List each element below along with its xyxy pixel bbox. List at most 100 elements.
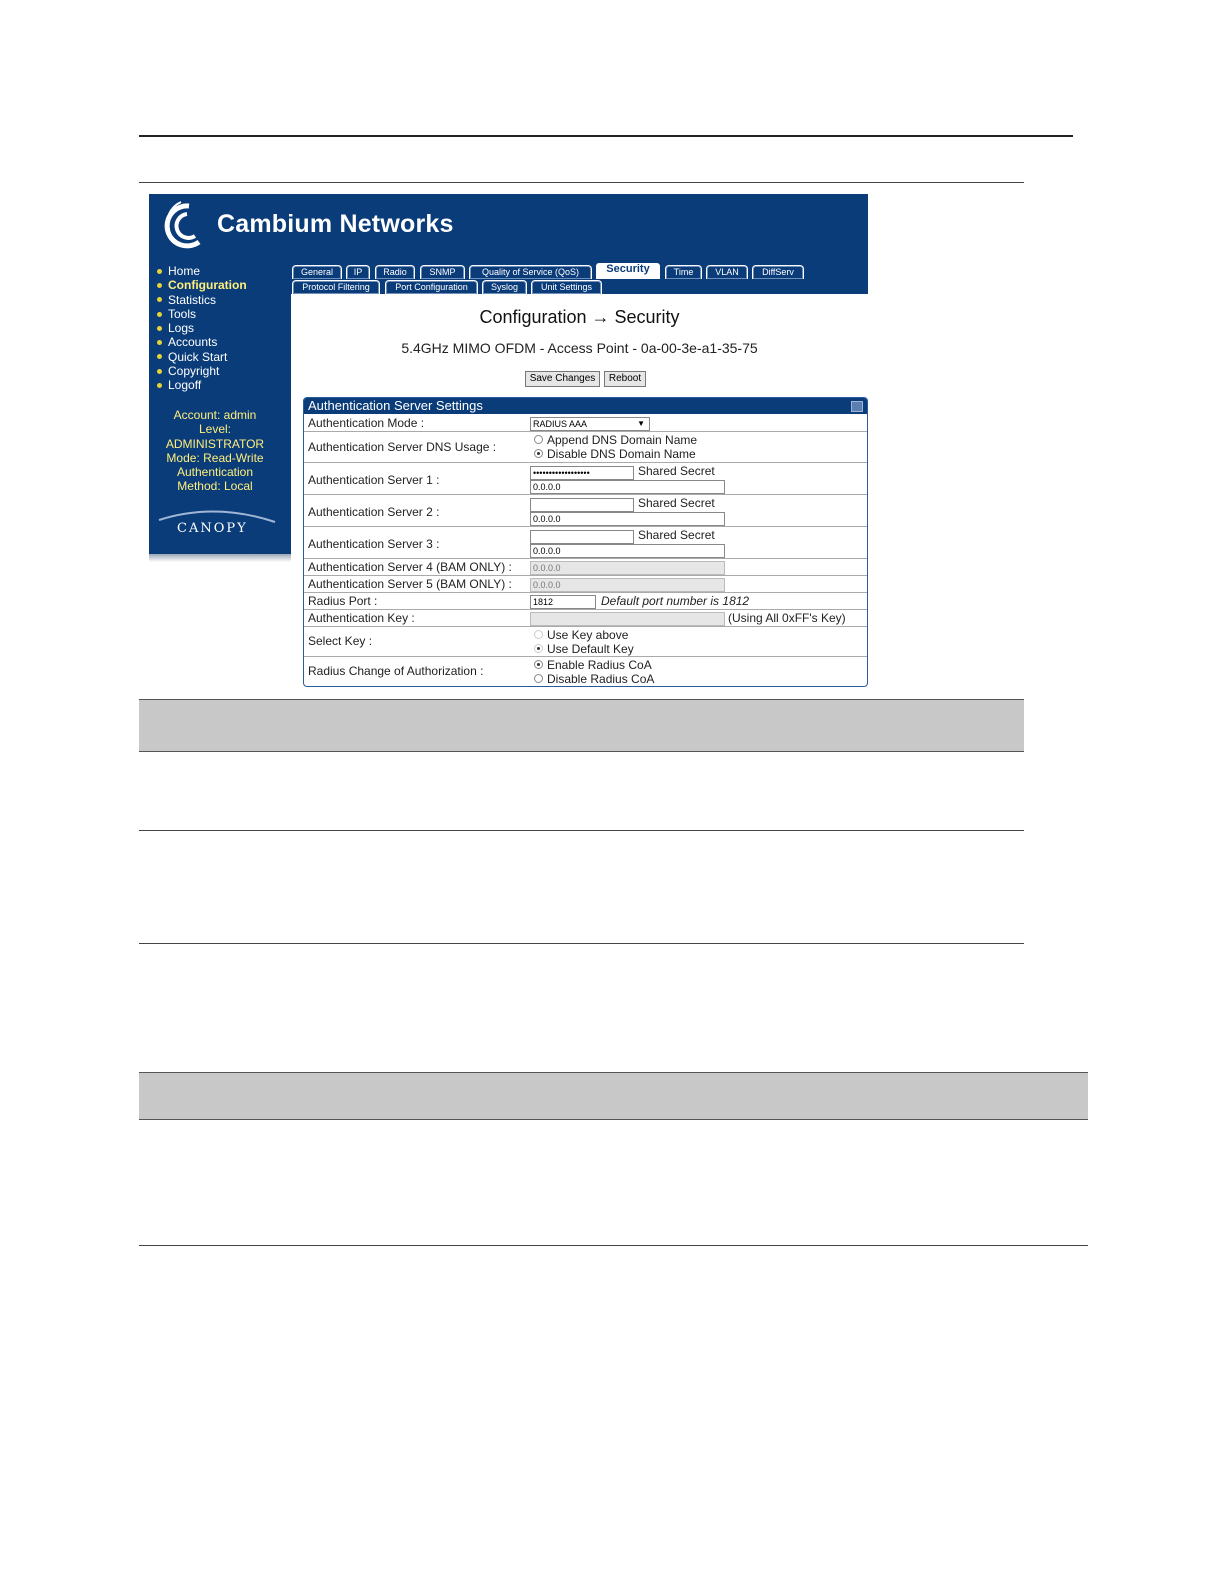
bullet-icon: [157, 297, 162, 303]
server4-label: Authentication Server 4 (BAM ONLY) :: [308, 560, 512, 574]
shared-secret-label: Shared Secret: [638, 496, 715, 510]
tab-security[interactable]: Security: [595, 262, 661, 279]
row-auth-key: Authentication Key : (Using All 0xFF's K…: [304, 610, 867, 627]
bullet-icon: [157, 268, 162, 274]
tab-vlan[interactable]: VLAN: [706, 265, 748, 279]
radius-port-input[interactable]: 1812: [530, 595, 596, 609]
bullet-icon: [157, 368, 162, 374]
sidebar-item-configuration[interactable]: Configuration: [157, 278, 247, 292]
dropdown-arrow-icon: ▼: [637, 419, 645, 428]
bullet-icon: [157, 354, 162, 360]
row-dns-usage: Authentication Server DNS Usage : Append…: [304, 432, 867, 463]
row-server-3: Authentication Server 3 : Shared Secret …: [304, 527, 867, 559]
radio-selected-icon: [534, 644, 543, 654]
use-key-above-option[interactable]: Use Key above: [534, 628, 628, 642]
save-changes-button[interactable]: Save Changes: [525, 371, 600, 387]
account-line: ADMINISTRATOR: [165, 436, 265, 451]
radio-icon: [534, 630, 543, 640]
sidebar-shadow: [149, 554, 291, 562]
tab-qos[interactable]: Quality of Service (QoS): [469, 265, 592, 279]
server2-ip-input[interactable]: 0.0.0.0: [530, 512, 725, 526]
server5-label: Authentication Server 5 (BAM ONLY) :: [308, 577, 512, 591]
server3-ip-input[interactable]: 0.0.0.0: [530, 544, 725, 558]
server1-secret-input[interactable]: ••••••••••••••••••: [530, 466, 634, 480]
sidebar-nav: Home Configuration Statistics Tools Logs…: [157, 264, 247, 393]
web-ui-screenshot: Cambium Networks Home Configuration Stat…: [149, 194, 868, 688]
server5-ip-input: 0.0.0.0: [530, 578, 725, 592]
server3-secret-input[interactable]: [530, 530, 634, 544]
radius-port-label: Radius Port :: [308, 594, 378, 608]
disable-coa-option[interactable]: Disable Radius CoA: [534, 672, 654, 686]
radio-selected-icon: [534, 660, 543, 670]
sidebar-item-logs[interactable]: Logs: [157, 321, 247, 335]
account-line: Mode: Read-Write: [166, 450, 264, 465]
sidebar-item-statistics[interactable]: Statistics: [157, 293, 247, 307]
canopy-logo: CANOPY: [158, 510, 276, 536]
tab-protocol-filtering[interactable]: Protocol Filtering: [292, 280, 380, 294]
shared-secret-label: Shared Secret: [638, 528, 715, 542]
use-default-key-option[interactable]: Use Default Key: [534, 642, 634, 656]
row-server-5: Authentication Server 5 (BAM ONLY) : 0.0…: [304, 576, 867, 593]
sidebar-item-tools[interactable]: Tools: [157, 307, 247, 321]
reboot-button[interactable]: Reboot: [604, 371, 646, 387]
select-key-label: Select Key :: [308, 634, 373, 648]
account-line: Method: Local: [177, 479, 253, 494]
table-header-band: [139, 699, 1024, 752]
bullet-icon: [157, 340, 162, 346]
row-server-4: Authentication Server 4 (BAM ONLY) : 0.0…: [304, 559, 867, 576]
tab-syslog[interactable]: Syslog: [482, 280, 527, 294]
bullet-icon: [157, 282, 162, 288]
auth-key-input: [530, 612, 725, 626]
server4-ip-input: 0.0.0.0: [530, 561, 725, 575]
shared-secret-label: Shared Secret: [638, 464, 715, 478]
auth-mode-value: RADIUS AAA: [533, 419, 588, 429]
sidebar-item-accounts[interactable]: Accounts: [157, 335, 247, 349]
auth-mode-select[interactable]: RADIUS AAA ▼: [530, 417, 650, 431]
row-radius-port: Radius Port : 1812 Default port number i…: [304, 593, 867, 610]
coa-label: Radius Change of Authorization :: [308, 664, 484, 678]
tab-unit-settings[interactable]: Unit Settings: [531, 280, 602, 294]
radius-port-note: Default port number is 1812: [601, 594, 750, 608]
bullet-icon: [157, 325, 162, 331]
tab-ip[interactable]: IP: [346, 265, 370, 279]
dns-disable-option[interactable]: Disable DNS Domain Name: [534, 447, 696, 461]
server2-secret-input[interactable]: [530, 498, 634, 512]
tab-radio[interactable]: Radio: [375, 265, 415, 279]
tab-snmp[interactable]: SNMP: [420, 265, 465, 279]
auth-key-note: (Using All 0xFF's Key): [728, 611, 846, 625]
tab-general[interactable]: General: [292, 265, 342, 279]
sidebar-item-copyright[interactable]: Copyright: [157, 364, 247, 378]
auth-key-label: Authentication Key :: [308, 611, 415, 625]
tab-diffserv[interactable]: DiffServ: [752, 265, 804, 279]
enable-coa-option[interactable]: Enable Radius CoA: [534, 658, 652, 672]
bullet-icon: [157, 311, 162, 317]
dns-append-option[interactable]: Append DNS Domain Name: [534, 433, 697, 447]
collapse-icon[interactable]: [851, 401, 863, 412]
account-info: Account: admin Level: ADMINISTRATOR Mode…: [149, 408, 281, 494]
header-banner: Cambium Networks: [149, 194, 868, 294]
server2-label: Authentication Server 2 :: [308, 505, 440, 519]
tab-port-configuration[interactable]: Port Configuration: [385, 280, 478, 294]
auth-mode-label: Authentication Mode :: [308, 416, 425, 430]
brand-name: Cambium Networks: [217, 210, 454, 238]
table2-header-band: [139, 1072, 1088, 1120]
sidebar-item-home[interactable]: Home: [157, 264, 247, 278]
sidebar-item-logoff[interactable]: Logoff: [157, 378, 247, 392]
server1-ip-input[interactable]: 0.0.0.0: [530, 480, 725, 494]
table2-bottom-rule: [139, 1245, 1088, 1246]
radio-icon: [534, 674, 543, 684]
table-top-rule: [139, 182, 1024, 183]
server1-label: Authentication Server 1 :: [308, 473, 440, 487]
row-radius-coa: Radius Change of Authorization : Enable …: [304, 657, 867, 686]
table-row-rule: [139, 830, 1024, 831]
sidebar-item-quick-start[interactable]: Quick Start: [157, 350, 247, 364]
page-title: Configuration → Security: [479, 307, 680, 327]
radio-icon: [534, 435, 543, 445]
row-auth-mode: Authentication Mode : RADIUS AAA ▼: [304, 414, 867, 432]
header-rule: [139, 135, 1073, 137]
account-line: Authentication: [176, 465, 254, 480]
tab-time[interactable]: Time: [665, 265, 702, 279]
table-bottom-rule: [139, 943, 1024, 944]
cambium-logo-icon: [164, 201, 201, 249]
svg-text:CANOPY: CANOPY: [177, 521, 248, 536]
